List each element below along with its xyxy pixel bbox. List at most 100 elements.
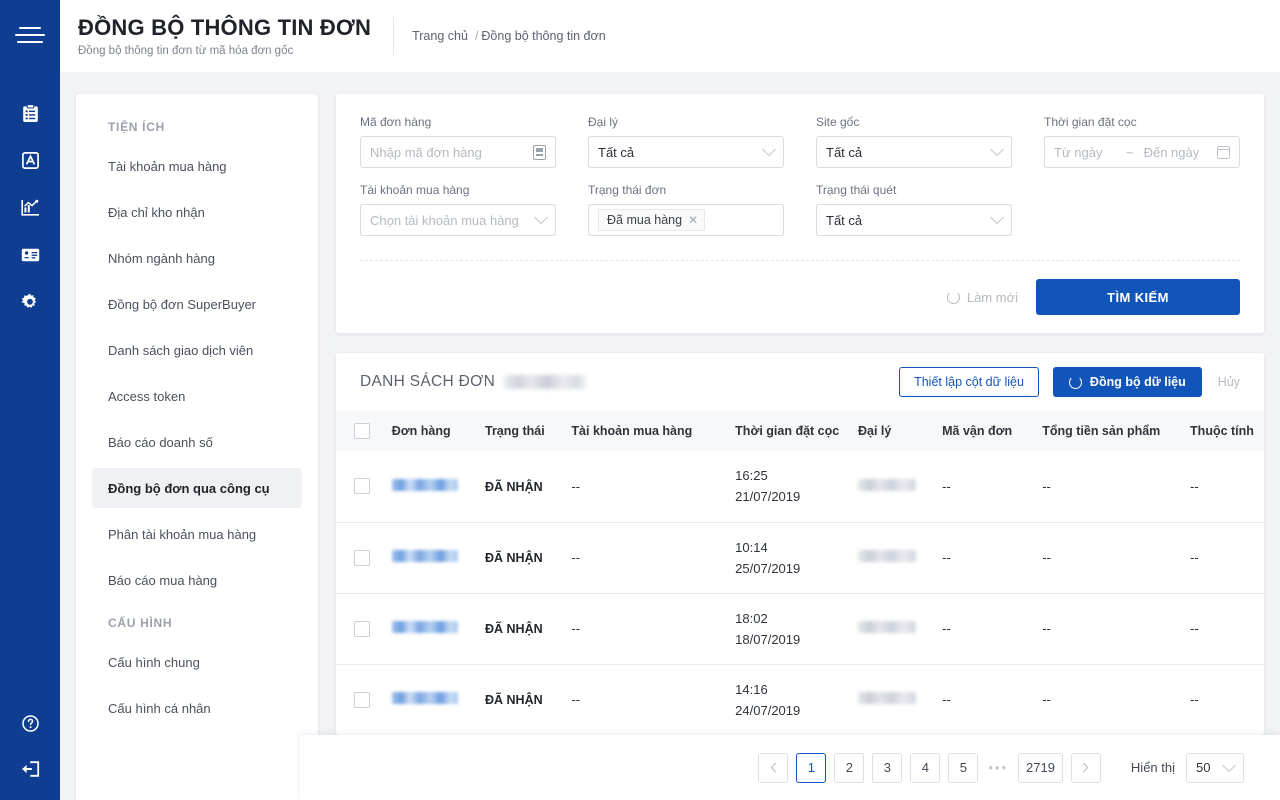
sidebar-item-phan-tai-khoan-mua-hang[interactable]: Phân tài khoản mua hàng bbox=[92, 514, 302, 554]
box-archive-icon[interactable] bbox=[0, 137, 60, 184]
sync-data-label: Đồng bộ dữ liệu bbox=[1089, 375, 1186, 389]
deposit-hour: 18:02 bbox=[735, 610, 768, 626]
sidebar-item-danh-sach-giao-dich-vien[interactable]: Danh sách giao dịch viên bbox=[92, 330, 302, 370]
pagination-page-1[interactable]: 1 bbox=[796, 752, 827, 783]
row-checkbox[interactable] bbox=[354, 620, 370, 637]
deposit-from-placeholder[interactable]: Từ ngày bbox=[1054, 145, 1116, 160]
cell-agent bbox=[850, 664, 934, 735]
table-row[interactable]: ĐÃ NHẬN -- 16:25 21/07/2019 -- -- -- bbox=[336, 451, 1264, 523]
cell-buy-account: -- bbox=[563, 593, 728, 665]
page-size-select[interactable]: 50 bbox=[1186, 752, 1244, 783]
cell-total-amount: -- bbox=[1042, 692, 1051, 708]
search-button[interactable]: TÌM KIẾM bbox=[1036, 279, 1240, 315]
refresh-button[interactable]: Làm mới bbox=[946, 290, 1018, 305]
deposit-hour: 16:25 bbox=[735, 468, 768, 484]
pagination-page-3[interactable]: 3 bbox=[872, 752, 903, 783]
calendar-icon[interactable] bbox=[1217, 145, 1230, 159]
table-row[interactable]: ĐÃ NHẬN -- 14:16 24/07/2019 -- -- -- bbox=[336, 664, 1264, 735]
select-all-checkbox[interactable] bbox=[354, 423, 370, 439]
buy-account-select[interactable]: Chọn tài khoản mua hàng bbox=[360, 204, 556, 236]
sidebar-item-bao-cao-mua-hang[interactable]: Báo cáo mua hàng bbox=[92, 560, 302, 600]
deposit-to-placeholder[interactable]: Đến ngày bbox=[1144, 145, 1213, 160]
field-order-code: Mã đơn hàng Nhập mã đơn hàng bbox=[360, 114, 556, 176]
origin-site-select[interactable]: Tất cả bbox=[816, 136, 1012, 168]
logout-icon[interactable] bbox=[0, 746, 60, 792]
order-code-redacted bbox=[391, 692, 458, 705]
pagination-next-button[interactable] bbox=[1070, 752, 1101, 783]
cell-tracking-code: -- bbox=[934, 451, 1035, 523]
sidebar-item-dong-bo-don-superbuyer[interactable]: Đồng bộ đơn SuperBuyer bbox=[92, 284, 302, 324]
table-row[interactable]: ĐÃ NHẬN -- 18:02 18/07/2019 -- -- -- bbox=[336, 593, 1264, 665]
row-checkbox[interactable] bbox=[354, 549, 370, 566]
column-header-dai-ly: Đại lý bbox=[849, 411, 935, 451]
setup-columns-button[interactable]: Thiết lập cột dữ liệu bbox=[899, 367, 1039, 397]
table-row[interactable]: ĐÃ NHẬN -- 10:14 25/07/2019 -- -- -- bbox=[336, 522, 1264, 594]
cell-deposit-time: 16:25 21/07/2019 bbox=[727, 451, 850, 523]
deposit-time-range[interactable]: Từ ngày ~ Đến ngày bbox=[1044, 136, 1240, 168]
pagination-page-4[interactable]: 4 bbox=[910, 752, 941, 783]
cancel-button[interactable]: Hủy bbox=[1216, 375, 1242, 389]
list-title-wrap: DANH SÁCH ĐƠN bbox=[360, 373, 587, 391]
app-root: ĐỒNG BỘ THÔNG TIN ĐƠN Đồng bộ thông tin … bbox=[0, 0, 1280, 800]
pagination-prev-button[interactable] bbox=[758, 752, 789, 783]
column-header-don-hang: Đơn hàng bbox=[383, 411, 477, 451]
sidebar-item-tai-khoan-mua-hang[interactable]: Tài khoản mua hàng bbox=[92, 146, 302, 186]
row-checkbox[interactable] bbox=[354, 478, 370, 495]
agent-select-value: Tất cả bbox=[598, 144, 635, 160]
chevron-down-icon bbox=[761, 142, 777, 157]
sidebar-item-dong-bo-don-qua-cong-cu[interactable]: Đồng bộ đơn qua công cụ bbox=[92, 468, 302, 508]
status-badge: ĐÃ NHẬN bbox=[485, 551, 543, 565]
chart-analytics-icon[interactable] bbox=[0, 184, 60, 231]
breadcrumb-home[interactable]: Trang chủ bbox=[412, 29, 468, 43]
sidebar-item-cau-hinh-ca-nhan[interactable]: Cấu hình cá nhân bbox=[92, 688, 302, 728]
cell-order-code[interactable] bbox=[383, 593, 477, 665]
cell-tracking-code: -- bbox=[934, 522, 1035, 594]
cell-agent bbox=[849, 522, 935, 594]
sidebar-item-dia-chi-kho-nhan[interactable]: Địa chỉ kho nhận bbox=[92, 192, 302, 232]
pagination-ellipsis[interactable]: ••• bbox=[986, 760, 1010, 775]
pagination-page-5[interactable]: 5 bbox=[948, 752, 979, 783]
chevron-down-icon bbox=[533, 210, 549, 225]
order-code-placeholder: Nhập mã đơn hàng bbox=[370, 144, 482, 160]
sidebar-menu: TIỆN ÍCH Tài khoản mua hàng Địa chỉ kho … bbox=[76, 94, 318, 800]
deposit-date: 21/07/2019 bbox=[735, 489, 801, 505]
cell-order-code[interactable] bbox=[384, 664, 477, 735]
status-badge: ĐÃ NHẬN bbox=[485, 693, 543, 708]
hamburger-icon[interactable] bbox=[0, 0, 60, 70]
sidebar-item-access-token[interactable]: Access token bbox=[92, 376, 302, 416]
close-icon[interactable]: ✕ bbox=[688, 213, 698, 227]
barcode-scan-icon[interactable] bbox=[533, 144, 546, 160]
cell-attribute: -- bbox=[1182, 451, 1264, 523]
title-block: ĐỒNG BỘ THÔNG TIN ĐƠN Đồng bộ thông tin … bbox=[70, 15, 371, 57]
row-checkbox[interactable] bbox=[354, 691, 370, 708]
main-content: Mã đơn hàng Nhập mã đơn hàng Đại lý Tất … bbox=[336, 94, 1264, 735]
refresh-icon bbox=[946, 290, 960, 304]
clipboard-list-icon[interactable] bbox=[0, 90, 60, 137]
agent-select[interactable]: Tất cả bbox=[588, 136, 784, 168]
filter-grid: Mã đơn hàng Nhập mã đơn hàng Đại lý Tất … bbox=[360, 114, 1240, 244]
scan-status-select[interactable]: Tất cả bbox=[816, 204, 1012, 236]
help-circle-icon[interactable] bbox=[0, 700, 60, 746]
refresh-icon bbox=[1068, 375, 1082, 389]
column-header-trang-thai: Trạng thái bbox=[477, 411, 564, 451]
row-select-cell bbox=[336, 522, 384, 594]
page-size-group: Hiển thị 50 bbox=[1131, 752, 1244, 783]
id-card-icon[interactable] bbox=[0, 231, 60, 278]
chevron-down-icon bbox=[989, 142, 1005, 157]
gear-icon[interactable] bbox=[0, 278, 60, 325]
cell-status: ĐÃ NHẬN bbox=[477, 522, 564, 594]
pagination-page-2[interactable]: 2 bbox=[834, 752, 865, 783]
order-code-input[interactable]: Nhập mã đơn hàng bbox=[360, 136, 556, 168]
sync-data-button[interactable]: Đồng bộ dữ liệu bbox=[1052, 367, 1202, 397]
sidebar-item-nhom-nganh-hang[interactable]: Nhóm ngành hàng bbox=[92, 238, 302, 278]
cell-order-code[interactable] bbox=[383, 522, 477, 594]
sidebar-item-cau-hinh-chung[interactable]: Cấu hình chung bbox=[92, 642, 302, 682]
pagination-last-page[interactable]: 2719 bbox=[1018, 752, 1063, 783]
orders-table-head: Đơn hàng Trạng thái Tài khoản mua hàng T… bbox=[336, 411, 1264, 451]
cell-buy-account: -- bbox=[563, 522, 728, 594]
cell-order-code[interactable] bbox=[383, 451, 477, 523]
row-select-cell bbox=[336, 593, 384, 665]
order-status-multiselect[interactable]: Đã mua hàng ✕ bbox=[588, 204, 784, 236]
sidebar-item-bao-cao-doanh-so[interactable]: Báo cáo doanh số bbox=[92, 422, 302, 462]
field-origin-site: Site gốc Tất cả bbox=[816, 114, 1012, 176]
